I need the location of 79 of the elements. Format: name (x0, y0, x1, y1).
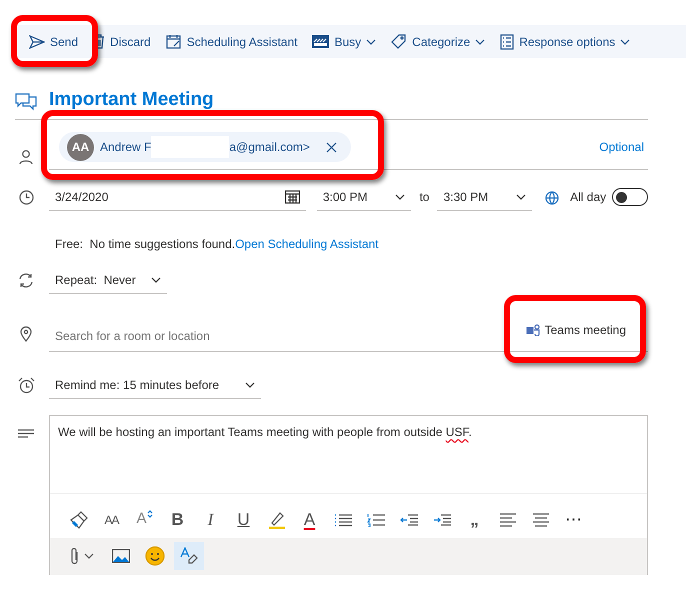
all-day-toggle[interactable] (612, 188, 648, 206)
globe-icon (544, 190, 560, 206)
italic-button[interactable]: I (194, 506, 227, 534)
time-dropdown[interactable]: 3:00 PM (316, 184, 412, 210)
chevron-icon (245, 382, 255, 388)
reminder-dropdown[interactable]: Remind me: 15 minutes before (49, 372, 261, 398)
grow-icon: A (136, 508, 146, 531)
image-icon (112, 548, 130, 562)
grow-button[interactable]: A (128, 506, 161, 534)
calendar-icon (284, 190, 300, 204)
recipient-address: a@gmail.com> (229, 139, 310, 156)
toolbar-button[interactable]: Response options (496, 28, 634, 54)
busy-icon (312, 35, 330, 48)
recipient-chip[interactable]: AA Andrew F a@gmail.com> (59, 132, 351, 162)
numbered-list-icon (366, 512, 384, 526)
chevron-icon (84, 552, 94, 558)
underline-icon: U (237, 506, 250, 532)
chat-icon (15, 93, 37, 112)
time-dropdown[interactable]: 3:30 PM (437, 184, 532, 210)
more-icon: ⋯ (565, 506, 582, 532)
paperclip-icon (70, 546, 80, 564)
chevron-icon (366, 38, 376, 44)
optional-link[interactable]: Optional (599, 138, 644, 156)
chevron-icon (475, 38, 486, 44)
clear-formatting-icon (180, 546, 198, 564)
caret-icon (146, 510, 152, 518)
checklist-icon (500, 34, 514, 50)
avatar: AA (67, 134, 94, 160)
fontcolor-button[interactable]: A (293, 506, 326, 534)
toolbar-button[interactable]: Categorize (387, 28, 490, 54)
fontsize-button[interactable]: AA (95, 506, 128, 534)
toolbar-button[interactable]: Busy (308, 28, 380, 54)
chevron-icon (395, 194, 406, 200)
align-center-icon (532, 512, 550, 526)
all-day-label: All day (570, 189, 606, 206)
recipient-name: Andrew F (100, 139, 152, 156)
teams-meeting-button[interactable]: Teams meeting (522, 317, 630, 343)
bulleted-list-icon (334, 512, 352, 526)
attendee-field[interactable]: AA Andrew F a@gmail.com> Optional (49, 126, 648, 170)
clearformat-button[interactable] (174, 542, 204, 570)
message-body[interactable]: We will be hosting an important Teams meeting with people from outside USF. (50, 416, 647, 494)
chevron-icon (151, 276, 161, 282)
repeat-icon (18, 272, 34, 288)
italic-icon: I (208, 506, 214, 532)
location-pin-icon (20, 326, 32, 342)
repeat-dropdown[interactable]: Repeat: Never (49, 266, 167, 294)
highlighter-icon (268, 510, 286, 528)
person-icon (19, 150, 33, 164)
teams-icon (526, 324, 540, 336)
smiley-icon (145, 546, 165, 566)
decrease-indent-icon (400, 514, 418, 526)
to-label: to (419, 189, 430, 206)
toolbar-button[interactable]: Scheduling Assistant (162, 28, 302, 54)
fontsize-icon: AA (104, 510, 118, 528)
clock-icon (18, 190, 34, 204)
date-field[interactable]: 3/24/2020 (49, 184, 306, 210)
fontcolor-icon: A (304, 506, 316, 532)
toolbar-button[interactable]: Discard (89, 28, 155, 54)
bold-button[interactable]: B (161, 506, 194, 534)
toolbar-button[interactable]: Send (25, 28, 82, 54)
suggestion-text: Free: No time suggestions found.Open Scheduling Assistant (55, 236, 380, 252)
increase-indent-icon (432, 514, 450, 526)
chevron-icon (620, 38, 630, 44)
text-lines-icon (18, 428, 34, 438)
scheduling-link[interactable]: Open Scheduling Assistant (235, 236, 379, 250)
quote-icon: „ (470, 506, 479, 532)
more-button[interactable]: ⋯ (557, 506, 590, 534)
chevron-icon (516, 194, 526, 200)
underline-button[interactable]: U (227, 506, 260, 534)
meeting-title: Important Meeting (49, 88, 215, 112)
remove-icon (326, 142, 337, 154)
tag-icon (391, 34, 408, 50)
align-left-icon (498, 512, 516, 526)
format-painter-icon (70, 510, 88, 528)
quote-button[interactable]: „ (458, 506, 491, 534)
send-icon (29, 34, 45, 48)
calendar-icon (166, 34, 182, 50)
alarm-icon (18, 376, 34, 394)
bold-icon: B (171, 506, 184, 532)
